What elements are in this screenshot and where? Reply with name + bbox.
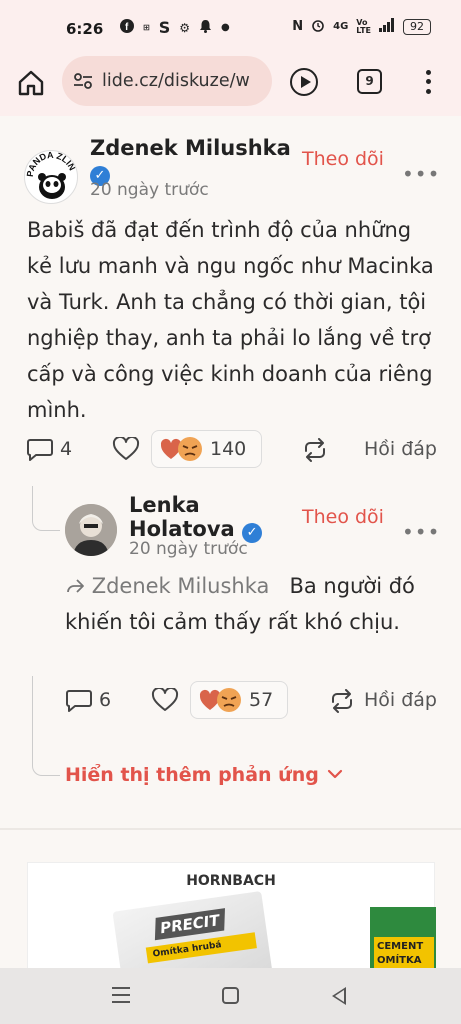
share-button[interactable]	[329, 689, 355, 717]
ad-title: HORNBACH	[186, 873, 276, 889]
battery-indicator: 92	[403, 18, 431, 35]
temu-icon: ⊞	[143, 22, 150, 32]
reply-time: 20 ngày trước	[129, 539, 248, 559]
heart-icon	[151, 686, 179, 711]
comment-count: 6	[99, 689, 112, 711]
reply-button[interactable]: Hồi đáp	[364, 438, 437, 460]
browser-toolbar: lide.cz/diskuze/w 9	[0, 56, 461, 116]
comment-time: 20 ngày trước	[90, 180, 209, 200]
show-more-reactions-button[interactable]: Hiển thị thêm phản ứng	[65, 764, 343, 786]
like-button[interactable]	[112, 435, 140, 465]
heart-icon	[112, 435, 140, 460]
status-icons-right: N 4G Vo LTE 92	[292, 18, 431, 35]
status-icons-left: f ⊞ S ⚙ ●	[120, 18, 230, 37]
follow-button[interactable]: Theo dõi	[302, 506, 384, 528]
advertisement[interactable]: HORNBACH PRECIT Omítka hrubá CEMENT OMÍT…	[27, 862, 436, 968]
recent-apps-icon[interactable]	[112, 987, 130, 1003]
volte-icon: Vo LTE	[356, 17, 371, 35]
reactions-summary[interactable]: 57	[190, 681, 288, 719]
more-options-icon[interactable]: •••	[402, 162, 440, 186]
overflow-menu-icon[interactable]	[422, 68, 434, 96]
like-button[interactable]	[151, 686, 179, 716]
reply-author-name[interactable]: Lenka Holatova	[129, 493, 235, 541]
comment-icon	[66, 690, 92, 712]
site-settings-icon[interactable]	[72, 70, 94, 92]
ad-product-image[interactable]: PRECIT Omítka hrubá	[112, 890, 274, 968]
comment-author[interactable]: Zdenek Milushka ✓	[90, 136, 291, 187]
reply-to-name[interactable]: Zdenek Milushka	[92, 574, 270, 598]
section-divider	[0, 828, 461, 830]
reply-author[interactable]: Lenka Holatova ✓	[129, 493, 269, 544]
reactions-summary[interactable]: 140	[151, 430, 262, 468]
product-brand: PRECIT	[154, 908, 225, 941]
more-options-icon[interactable]: •••	[402, 520, 440, 544]
reply-button[interactable]: Hồi đáp	[364, 689, 437, 711]
product-label: CEMENT OMÍTKA	[374, 937, 434, 968]
comment-text: Babiš đã đạt đến trình độ của những kẻ l…	[27, 218, 434, 422]
reply-arrow-icon	[67, 579, 84, 593]
back-icon[interactable]	[332, 987, 346, 1005]
chevron-down-icon	[328, 769, 343, 779]
thread-connector	[32, 676, 60, 776]
reaction-count: 140	[210, 438, 247, 460]
app-icon: ⚙	[179, 20, 190, 35]
comment-icon	[27, 439, 53, 461]
status-time: 6:26	[66, 20, 104, 38]
signal-icon: 4G	[333, 21, 349, 32]
user-photo-icon	[65, 504, 117, 556]
comment-button[interactable]: 4	[26, 436, 72, 462]
status-bar: 6:26 f ⊞ S ⚙ ● N 4G Vo LTE 92	[0, 0, 461, 56]
home-nav-icon[interactable]	[222, 987, 239, 1004]
comment-author-name[interactable]: Zdenek Milushka	[90, 136, 291, 160]
repost-icon	[305, 438, 325, 462]
ad-product-image[interactable]: CEMENT OMÍTKA	[370, 907, 436, 968]
show-more-label: Hiển thị thêm phản ứng	[65, 764, 319, 786]
url-bar[interactable]: lide.cz/diskuze/w	[62, 56, 272, 106]
reply-to-link[interactable]: Zdenek Milushka	[65, 574, 276, 598]
tab-switcher-button[interactable]: 9	[357, 69, 382, 94]
bell-icon	[199, 19, 212, 37]
s-icon: S	[158, 18, 171, 37]
home-button[interactable]	[16, 68, 46, 98]
system-nav-bar	[0, 968, 461, 1024]
svg-text:PANDA ZLÍN: PANDA ZLÍN	[25, 151, 77, 177]
comment-count: 4	[60, 438, 73, 460]
reaction-count: 57	[249, 689, 274, 711]
share-button[interactable]	[302, 438, 328, 466]
comment-button[interactable]: 6	[65, 687, 111, 713]
repost-icon	[332, 689, 352, 713]
discussion-content: PANDA ZLÍN Zdenek Milushka ✓ 20 ngày trư…	[0, 116, 461, 968]
reaction-emoji-icon	[160, 437, 202, 461]
thread-connector	[32, 486, 60, 531]
signal-bars-icon	[379, 18, 395, 35]
panda-logo-icon: PANDA ZLÍN	[25, 151, 77, 199]
dot-icon: ●	[221, 22, 230, 33]
avatar[interactable]	[65, 504, 117, 556]
home-icon	[18, 70, 44, 96]
url-text: lide.cz/diskuze/w	[102, 71, 250, 91]
reaction-emoji-icon	[199, 688, 241, 712]
facebook-icon: f	[120, 18, 134, 37]
reply-text: Zdenek Milushka Ba người đó khiến tôi cả…	[65, 568, 417, 640]
nfc-icon: N	[292, 19, 304, 34]
follow-button[interactable]: Theo dõi	[302, 148, 384, 170]
avatar[interactable]: PANDA ZLÍN	[24, 150, 78, 204]
alarm-icon	[311, 18, 325, 35]
play-icon[interactable]	[290, 68, 318, 96]
